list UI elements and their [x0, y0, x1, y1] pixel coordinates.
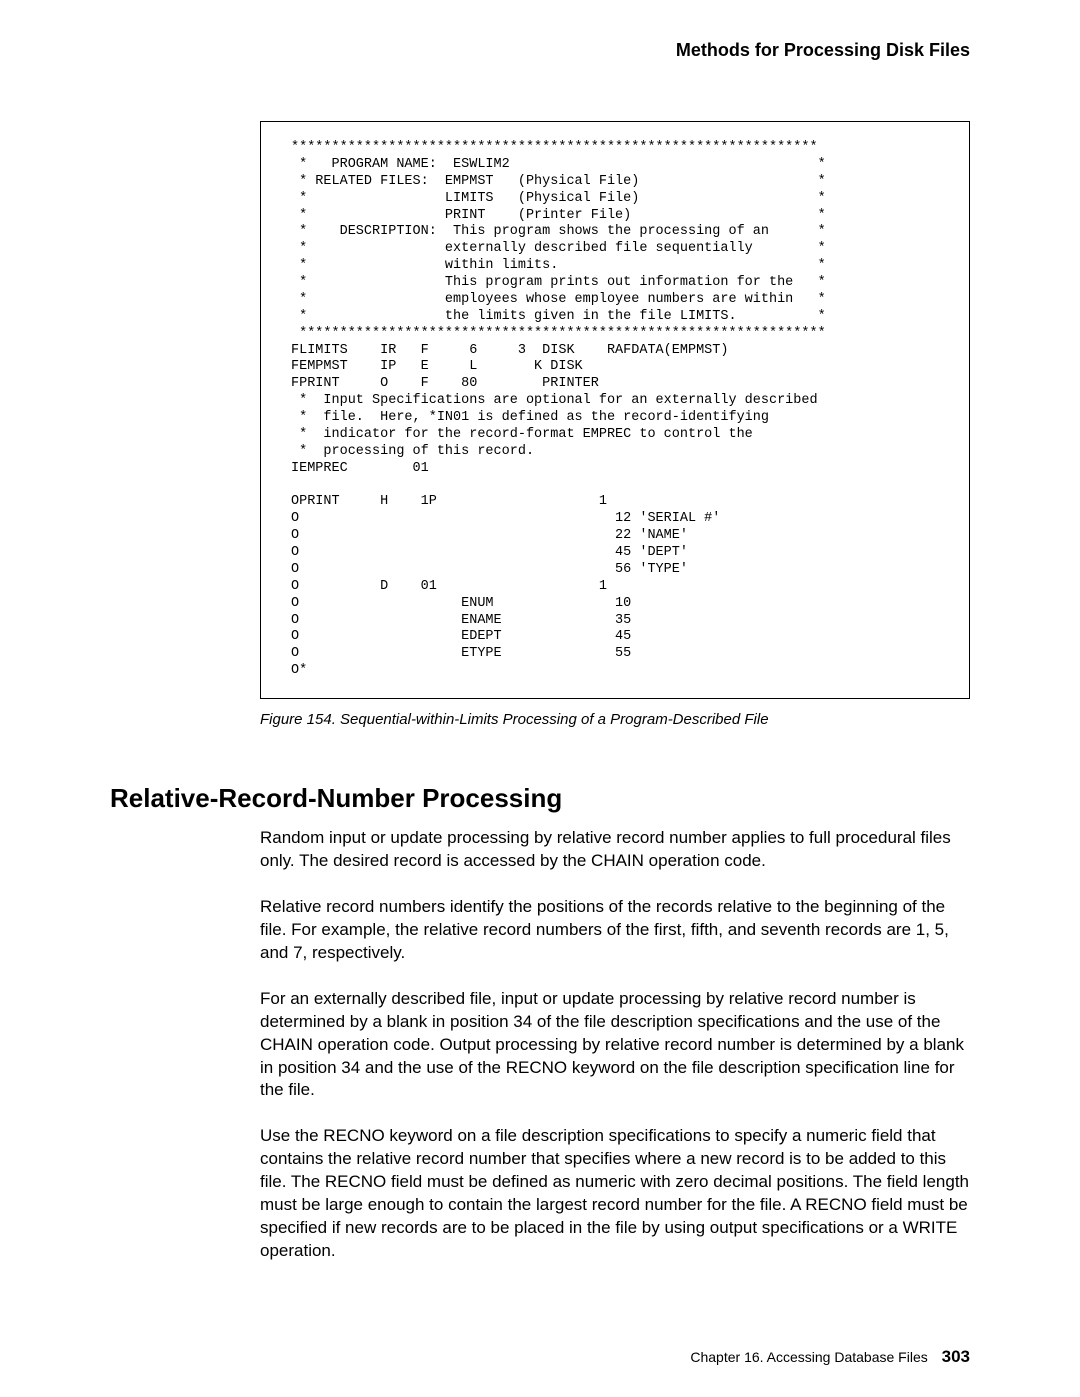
paragraph: Use the RECNO keyword on a file descript… — [260, 1125, 970, 1263]
paragraph: Random input or update processing by rel… — [260, 827, 970, 873]
footer: Chapter 16. Accessing Database Files 303 — [690, 1347, 970, 1367]
code-listing: ****************************************… — [260, 121, 970, 699]
paragraph: Relative record numbers identify the pos… — [260, 896, 970, 965]
header-title: Methods for Processing Disk Files — [110, 40, 970, 61]
body-text: Random input or update processing by rel… — [260, 827, 970, 1263]
page-number: 303 — [942, 1347, 970, 1366]
figure-caption: Figure 154. Sequential-within-Limits Pro… — [260, 711, 970, 728]
paragraph: For an externally described file, input … — [260, 988, 970, 1103]
chapter-label: Chapter 16. Accessing Database Files — [690, 1349, 927, 1365]
section-heading: Relative-Record-Number Processing — [110, 783, 970, 814]
